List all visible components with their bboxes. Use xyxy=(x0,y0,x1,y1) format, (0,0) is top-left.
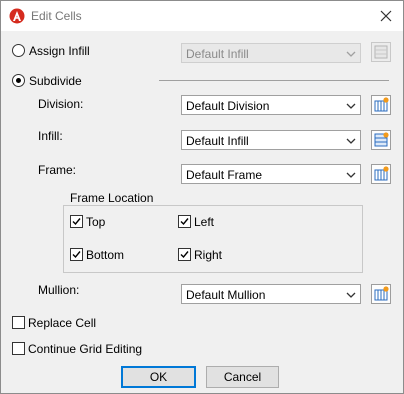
left-checkbox[interactable] xyxy=(178,215,191,228)
division-style-button[interactable] xyxy=(371,95,391,115)
chevron-down-icon xyxy=(346,172,356,178)
top-checkbox[interactable] xyxy=(70,215,83,228)
mullion-combo[interactable]: Default Mullion xyxy=(181,284,361,304)
mullion-combo-value: Default Mullion xyxy=(186,288,266,302)
division-combo[interactable]: Default Division xyxy=(181,95,361,115)
subdivide-label[interactable]: Subdivide xyxy=(29,74,82,88)
window-title: Edit Cells xyxy=(31,9,82,23)
assign-infill-radio[interactable] xyxy=(12,44,25,57)
mullion-style-button[interactable] xyxy=(371,284,391,304)
frame-location-title: Frame Location xyxy=(68,191,156,205)
division-combo-value: Default Division xyxy=(186,99,270,113)
checkmark-icon xyxy=(180,218,189,226)
close-icon[interactable] xyxy=(377,7,395,25)
bottom-checkbox[interactable] xyxy=(70,248,83,261)
app-logo-icon xyxy=(9,8,25,24)
mullion-style-icon xyxy=(374,286,389,301)
assign-infill-combo[interactable]: Default Infill xyxy=(181,43,361,63)
division-label: Division: xyxy=(38,97,84,111)
continue-grid-editing-checkbox[interactable] xyxy=(12,342,25,355)
infill-style-button[interactable] xyxy=(371,130,391,150)
checkmark-icon xyxy=(72,251,81,259)
subdivide-radio[interactable] xyxy=(12,74,25,87)
infill-style-icon xyxy=(374,132,389,147)
cancel-button[interactable]: Cancel xyxy=(206,366,279,388)
right-checkbox[interactable] xyxy=(178,248,191,261)
left-label[interactable]: Left xyxy=(194,215,214,229)
chevron-down-icon xyxy=(346,103,356,109)
assign-infill-label[interactable]: Assign Infill xyxy=(29,44,90,58)
bottom-label[interactable]: Bottom xyxy=(86,248,124,262)
replace-cell-label[interactable]: Replace Cell xyxy=(28,316,96,330)
edit-cells-dialog: Edit Cells Assign Infill Default Infill … xyxy=(0,0,404,394)
infill-label: Infill: xyxy=(38,129,63,143)
chevron-down-icon xyxy=(346,138,356,144)
infill-combo-value: Default Infill xyxy=(186,134,249,148)
frame-style-button[interactable] xyxy=(371,164,391,184)
top-label[interactable]: Top xyxy=(86,215,105,229)
mullion-label: Mullion: xyxy=(38,283,80,297)
continue-grid-editing-label[interactable]: Continue Grid Editing xyxy=(28,342,142,356)
assign-infill-style-button[interactable] xyxy=(371,42,391,62)
checkmark-icon xyxy=(72,218,81,226)
frame-label: Frame: xyxy=(38,163,77,177)
style-manager-icon xyxy=(374,45,388,59)
chevron-down-icon xyxy=(346,51,356,57)
subdivide-separator xyxy=(159,80,389,81)
right-label[interactable]: Right xyxy=(194,248,222,262)
assign-infill-combo-value: Default Infill xyxy=(186,47,249,61)
frame-combo-value: Default Frame xyxy=(186,168,263,182)
division-style-icon xyxy=(374,97,389,112)
ok-button[interactable]: OK xyxy=(121,366,196,388)
replace-cell-checkbox[interactable] xyxy=(12,316,25,329)
chevron-down-icon xyxy=(346,292,356,298)
frame-combo[interactable]: Default Frame xyxy=(181,164,361,184)
frame-style-icon xyxy=(374,166,389,181)
checkmark-icon xyxy=(180,251,189,259)
infill-combo[interactable]: Default Infill xyxy=(181,130,361,150)
title-bar: Edit Cells xyxy=(1,1,403,31)
